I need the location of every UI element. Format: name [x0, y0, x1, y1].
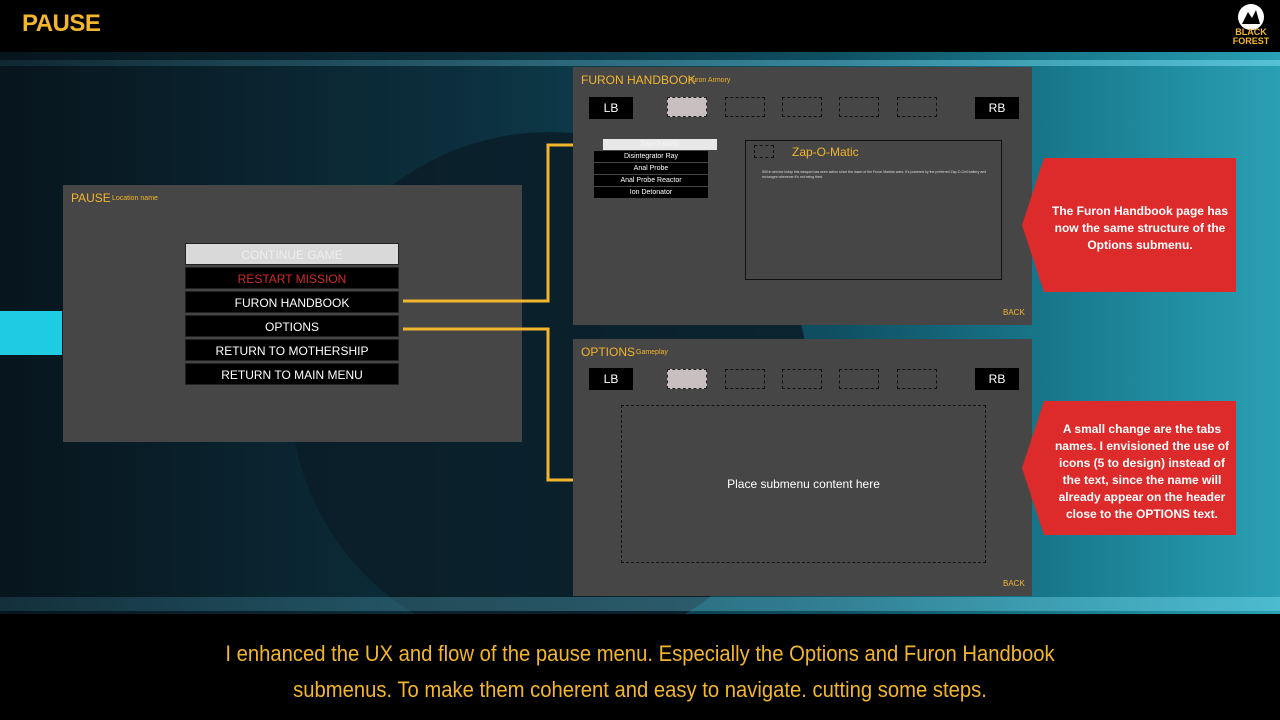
caption-text: I enhanced the UX and flow of the pause … — [225, 641, 1055, 702]
callout-handbook-structure-text: The Furon Handbook page has now the same… — [1051, 204, 1228, 252]
callout-shapes — [1022, 158, 1236, 535]
callout-tab-icons-text: A small change are the tabs names. I env… — [1054, 422, 1230, 521]
